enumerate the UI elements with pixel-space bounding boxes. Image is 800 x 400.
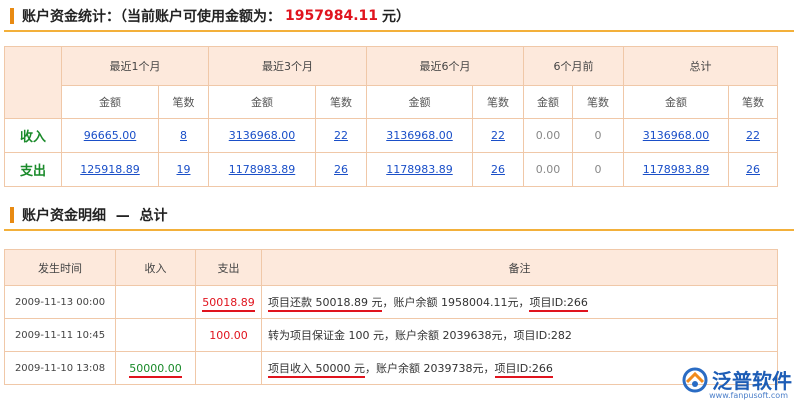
subheader-amount: 金额 [523,85,573,119]
note-project-id: 项目ID:282 [513,329,572,342]
table-corner [4,46,62,119]
income-1m-count-link[interactable]: 8 [180,129,187,142]
expense-3m-amount-link[interactable]: 1178983.89 [229,163,295,176]
subheader-amount: 金额 [366,85,473,119]
income-label: 收入 [4,118,62,153]
note-project-id: 项目ID:266 [494,362,553,378]
table-row: 2009-11-10 13:08 50000.00 项目收入 50000 元，账… [4,351,778,385]
expense-1m-count-link[interactable]: 19 [177,163,191,176]
row-time: 2009-11-10 13:08 [4,351,116,385]
subheader-count: 笔数 [158,85,209,119]
subheader-amount: 金额 [61,85,159,119]
expense-label: 支出 [4,152,62,187]
income-total-count-link[interactable]: 22 [746,129,760,142]
expense-3m-count-link[interactable]: 26 [334,163,348,176]
header-3months: 最近3个月 [208,46,367,86]
header-6months: 最近6个月 [366,46,524,86]
detail-table: 发生时间 收入 支出 备注 2009-11-13 00:00 50018.89 … [4,249,778,385]
expense-before-amount: 0.00 [523,152,573,187]
summary-table: 最近1个月 最近3个月 最近6个月 6个月前 总计 金额 笔数 金额 笔数 金额… [4,46,778,187]
note-balance: ，账户余额 2039738元， [365,362,495,375]
subheader-count: 笔数 [315,85,367,119]
note-balance: ，账户余额 1958004.11元， [382,296,530,309]
col-header-note: 备注 [261,249,778,286]
income-6m-amount-link[interactable]: 3136968.00 [386,129,452,142]
col-header-expense: 支出 [195,249,262,286]
header-before-6months: 6个月前 [523,46,624,86]
col-header-income: 收入 [115,249,196,286]
row-expense: 50018.89 [202,295,255,312]
header-total: 总计 [623,46,778,86]
income-row: 收入 96665.00 8 3136968.00 22 3136968.00 2… [4,118,778,153]
logo-url: www.fanpusoft.com [709,391,788,400]
expense-6m-count-link[interactable]: 26 [491,163,505,176]
income-1m-amount-link[interactable]: 96665.00 [84,129,137,142]
expense-1m-amount-link[interactable]: 125918.89 [80,163,140,176]
subheader-count: 笔数 [472,85,524,119]
section-marker [10,8,14,24]
col-header-time: 发生时间 [4,249,116,286]
note-balance: ，账户余额 2039638元， [384,329,514,342]
note-description: 项目收入 50000 元 [268,362,365,378]
available-amount: 1957984.11 [285,8,378,24]
note-description: 项目还款 50018.89 元 [268,296,383,312]
expense-6m-amount-link[interactable]: 1178983.89 [386,163,452,176]
subheader-amount: 金额 [623,85,729,119]
table-row: 2009-11-11 10:45 100.00 转为项目保证金 100 元，账户… [4,318,778,352]
income-before-count: 0 [572,118,624,153]
detail-section-header: 账户资金明细 — 总计 [4,201,794,231]
income-total-amount-link[interactable]: 3136968.00 [643,129,709,142]
row-note: 转为项目保证金 100 元，账户余额 2039638元，项目ID:282 [261,318,778,352]
expense-row: 支出 125918.89 19 1178983.89 26 1178983.89… [4,152,778,187]
row-income [115,285,196,319]
subheader-count: 笔数 [728,85,778,119]
income-3m-amount-link[interactable]: 3136968.00 [229,129,295,142]
expense-total-amount-link[interactable]: 1178983.89 [643,163,709,176]
expense-before-count: 0 [572,152,624,187]
fanpusoft-logo: 泛普软件 www.fanpusoft.com [681,365,792,400]
note-description: 转为项目保证金 100 元 [268,329,384,342]
section-marker [10,207,14,223]
row-expense [195,351,262,385]
header-1month: 最近1个月 [61,46,209,86]
expense-total-count-link[interactable]: 26 [746,163,760,176]
logo-mark-icon [681,366,709,394]
row-time: 2009-11-13 00:00 [4,285,116,319]
subheader-count: 笔数 [572,85,624,119]
subheader-amount: 金额 [208,85,316,119]
row-note: 项目还款 50018.89 元，账户余额 1958004.11元，项目ID:26… [261,285,778,319]
note-project-id: 项目ID:266 [529,296,588,312]
amount-unit: 元） [382,9,410,25]
row-time: 2009-11-11 10:45 [4,318,116,352]
logo-text: 泛普软件 [712,369,792,393]
income-6m-count-link[interactable]: 22 [491,129,505,142]
detail-title: 账户资金明细 — 总计 [22,208,168,224]
row-income [115,318,196,352]
summary-title: 账户资金统计：（当前账户可使用金额为： [22,9,281,25]
row-expense: 100.00 [195,318,262,352]
income-before-amount: 0.00 [523,118,573,153]
table-row: 2009-11-13 00:00 50018.89 项目还款 50018.89 … [4,285,778,319]
summary-section-header: 账户资金统计：（当前账户可使用金额为： 1957984.11 元） [4,2,794,32]
row-income: 50000.00 [129,361,182,378]
income-3m-count-link[interactable]: 22 [334,129,348,142]
